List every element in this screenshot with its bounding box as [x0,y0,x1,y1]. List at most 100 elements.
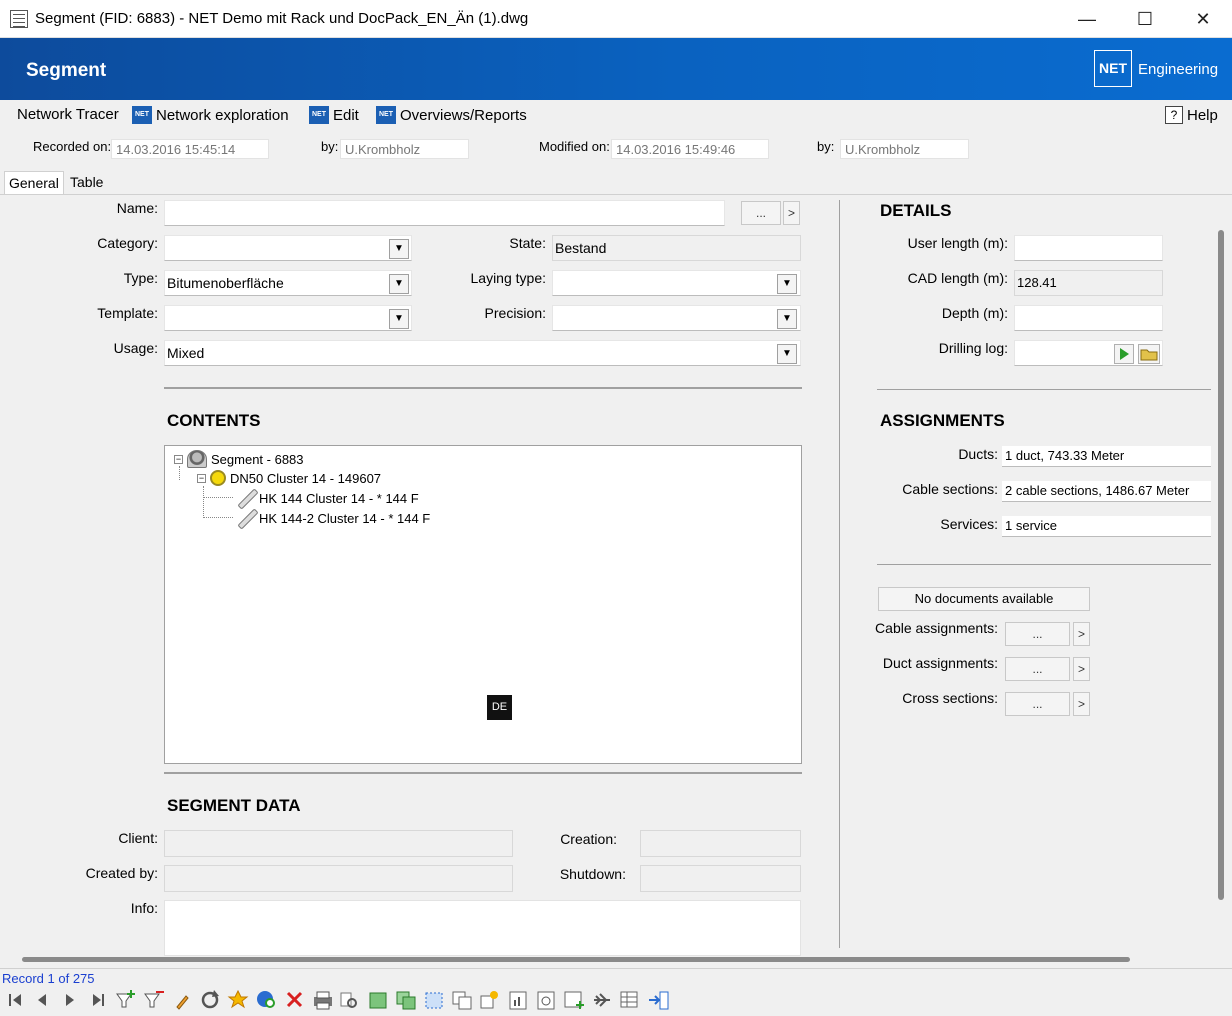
close-button[interactable]: ✕ [1174,0,1232,38]
menu-overviews-reports[interactable]: NET Overviews/Reports [376,106,527,124]
logo-text: Engineering [1138,61,1219,78]
chevron-down-icon[interactable]: ▼ [777,309,797,329]
remove-filter-icon[interactable] [144,991,164,1008]
chevron-down-icon[interactable]: ▼ [777,344,797,364]
user-length-input[interactable] [1014,235,1163,261]
created-by-label: Created by: [85,865,158,881]
ducts-link[interactable]: 1 duct, 743.33 Meter [1002,446,1211,467]
duct-assignments-goto-button[interactable]: > [1073,657,1090,681]
cross-sections-goto-button[interactable]: > [1073,692,1090,716]
collapse-icon[interactable]: − [197,473,206,483]
vertical-scrollbar[interactable] [1218,230,1224,900]
report-icon[interactable] [509,991,527,1010]
add-filter-icon[interactable] [116,990,135,1008]
menu-bar: Network Tracer NET Network exploration N… [0,100,1232,130]
usage-select[interactable]: Mixed [164,340,801,366]
tab-table[interactable]: Table [66,171,110,194]
menu-edit[interactable]: NET Edit [309,106,359,124]
first-record-icon[interactable] [9,994,21,1006]
chevron-down-icon[interactable]: ▼ [389,309,409,329]
copy-box-icon[interactable] [396,991,416,1010]
collapse-icon[interactable]: − [174,454,183,464]
cable-sections-link[interactable]: 2 cable sections, 1486.67 Meter [1002,481,1211,502]
cable-icon [237,509,255,527]
tree-node-segment[interactable]: − Segment - 6883 [174,450,304,468]
play-icon[interactable] [1114,344,1134,364]
contents-tree[interactable]: − Segment - 6883 − DN50 Cluster 14 - 149… [164,445,802,764]
cable-sections-label: Cable sections: [902,481,998,497]
delete-icon[interactable] [286,991,303,1008]
print-icon[interactable] [314,991,332,1010]
header-banner: Segment NET Engineering [0,38,1232,100]
tree-node-cable[interactable]: HK 144-2 Cluster 14 - * 144 F [237,509,430,527]
preview-icon[interactable] [340,992,357,1008]
horizontal-scrollbar[interactable] [22,957,1130,962]
services-label: Services: [940,516,998,532]
edit-pencil-icon[interactable] [176,995,189,1010]
new-star-icon[interactable] [480,991,498,1009]
globe-zoom-icon[interactable] [257,991,275,1008]
maximize-button[interactable]: ☐ [1116,0,1174,38]
net-icon: NET [376,106,396,124]
category-select[interactable] [164,235,412,261]
shutdown-field [640,865,801,892]
menu-network-tracer-label: Network Tracer [17,106,119,123]
language-badge[interactable]: DE [487,695,512,720]
name-goto-button[interactable]: > [783,201,800,225]
cad-length-field: 128.41 [1014,270,1163,296]
services-link[interactable]: 1 service [1002,516,1211,537]
net-icon: NET [309,106,329,124]
usage-label: Usage: [113,340,158,356]
name-browse-button[interactable]: ... [741,201,781,225]
client-label: Client: [118,830,158,846]
tree-node-cable[interactable]: HK 144 Cluster 14 - * 144 F [237,489,419,507]
duct-assignments-button[interactable]: ... [1005,657,1070,681]
refresh-icon[interactable] [201,990,219,1009]
net-icon: NET [132,106,152,124]
previous-record-icon[interactable] [38,994,46,1006]
tab-general[interactable]: General [4,171,64,194]
select-box-icon[interactable] [425,992,443,1009]
cable-icon [237,489,255,507]
precision-label: Precision: [484,305,546,321]
chevron-down-icon[interactable]: ▼ [389,274,409,294]
chevron-down-icon[interactable]: ▼ [777,274,797,294]
chevron-down-icon[interactable]: ▼ [389,239,409,259]
precision-select[interactable] [552,305,801,331]
cable-assignments-goto-button[interactable]: > [1073,622,1090,646]
last-record-icon[interactable] [93,994,104,1006]
laying-type-select[interactable] [552,270,801,296]
menu-help[interactable]: ? Help [1165,106,1218,124]
exit-icon[interactable] [649,991,669,1010]
drilling-log-label: Drilling log: [938,340,1008,356]
next-record-icon[interactable] [66,994,74,1006]
cable-assignments-button[interactable]: ... [1005,622,1070,646]
depth-input[interactable] [1014,305,1163,331]
type-select[interactable]: Bitumenoberfläche [164,270,412,296]
name-input[interactable] [164,200,725,226]
duplicate-icon[interactable] [452,991,472,1010]
ducts-label: Ducts: [958,446,998,462]
laying-type-label: Laying type: [470,270,547,286]
tree-node-duct[interactable]: − DN50 Cluster 14 - 149607 [197,470,381,486]
tree-node-label: Segment - 6883 [211,451,304,467]
folder-icon[interactable] [1138,344,1160,364]
info-textarea[interactable] [164,900,801,956]
cross-sections-button[interactable]: ... [1005,692,1070,716]
highlight-icon[interactable] [227,989,249,1009]
divider [164,772,802,774]
add-report-icon[interactable] [564,991,584,1009]
green-box-icon[interactable] [369,992,387,1009]
cad-length-label: CAD length (m): [907,270,1008,286]
table-edit-icon[interactable] [620,991,638,1008]
minimize-button[interactable]: — [1058,0,1116,38]
duct-icon [210,470,226,486]
menu-network-exploration[interactable]: NET Network exploration [132,106,289,124]
shutdown-label: Shutdown: [559,866,626,882]
no-documents-button[interactable]: No documents available [878,587,1090,611]
divider [164,387,802,389]
template-select[interactable] [164,305,412,331]
connections-icon[interactable] [594,993,610,1007]
menu-network-tracer[interactable]: Network Tracer [17,106,119,123]
document-icon[interactable] [537,991,555,1010]
